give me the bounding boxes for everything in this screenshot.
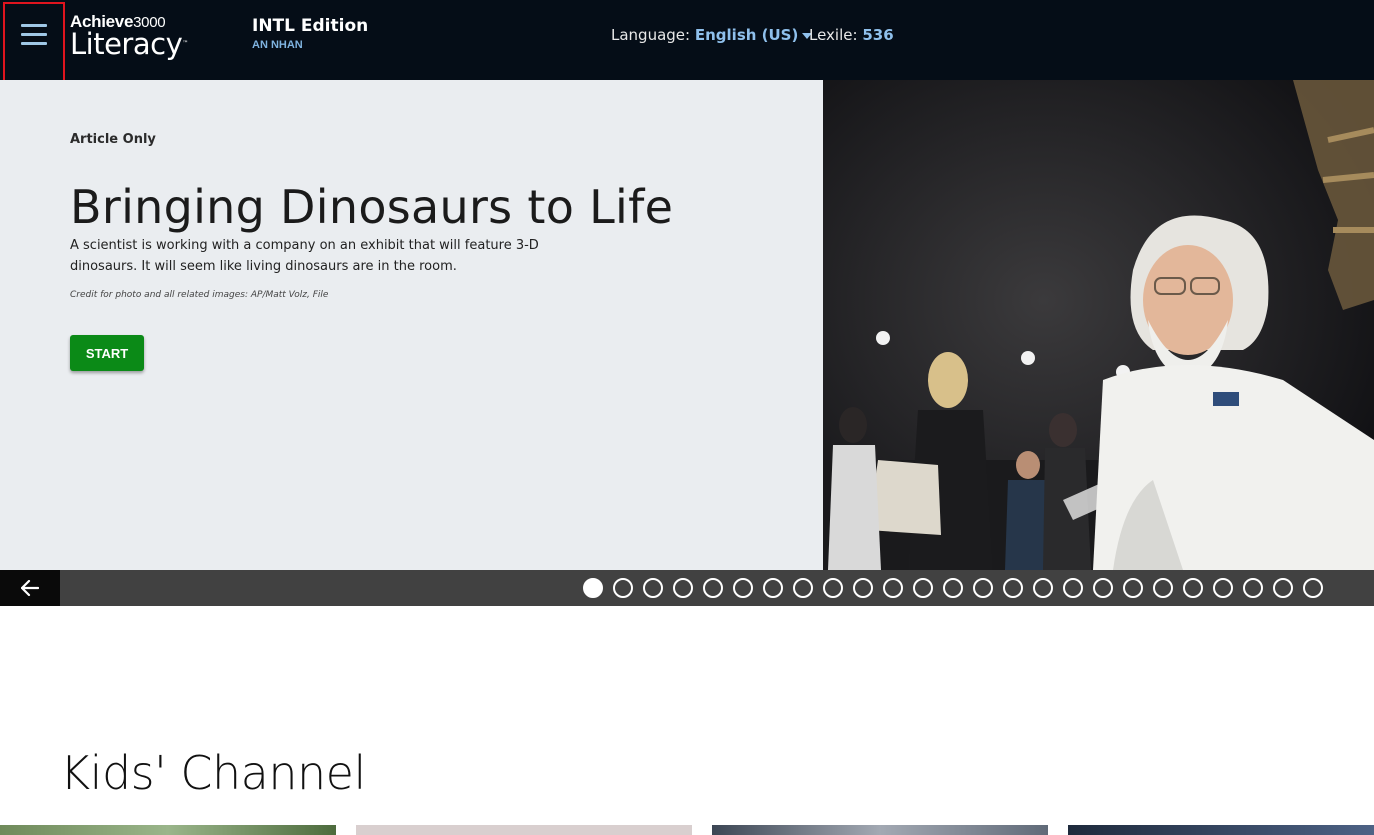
article-description: A scientist is working with a company on…: [70, 238, 539, 274]
carousel-pagination: [583, 578, 1323, 598]
carousel-dot[interactable]: [883, 578, 903, 598]
edition-title: INTL Edition: [252, 16, 369, 36]
kids-channel-card[interactable]: [1068, 825, 1374, 835]
lexile-label: Lexile:: [809, 26, 858, 44]
carousel-prev-button[interactable]: [0, 570, 60, 606]
photo-credit: Credit for photo and all related images:…: [70, 290, 329, 300]
featured-article-banner: Article Only Bringing Dinosaurs to Life …: [0, 80, 1374, 570]
carousel-dot[interactable]: [1243, 578, 1263, 598]
carousel-dot[interactable]: [703, 578, 723, 598]
carousel-dot[interactable]: [1063, 578, 1083, 598]
carousel-dot[interactable]: [1123, 578, 1143, 598]
language-dropdown[interactable]: English (US): [694, 26, 813, 44]
carousel-dot[interactable]: [583, 578, 603, 598]
carousel-dot[interactable]: [1003, 578, 1023, 598]
carousel-dot[interactable]: [943, 578, 963, 598]
carousel-dot[interactable]: [643, 578, 663, 598]
carousel-dot[interactable]: [793, 578, 813, 598]
arrow-left-icon: [21, 580, 39, 596]
kids-channel-card[interactable]: [356, 825, 692, 835]
hamburger-menu-icon: [21, 24, 47, 51]
kids-channel-card[interactable]: [0, 825, 336, 835]
user-name: AN NHAN: [252, 39, 303, 51]
top-navigation-bar: Achieve3000 Literacy™ INTL Edition AN NH…: [0, 0, 1374, 80]
carousel-dot[interactable]: [1033, 578, 1053, 598]
kids-channel-cards: [0, 825, 1374, 835]
achieve3000-literacy-logo[interactable]: Achieve3000 Literacy™: [70, 12, 188, 59]
hero-photo-scientist-dinosaur-exhibit: [823, 80, 1374, 570]
language-value: English (US): [694, 26, 799, 44]
carousel-dot[interactable]: [823, 578, 843, 598]
carousel-dot[interactable]: [1273, 578, 1293, 598]
carousel-dot[interactable]: [1213, 578, 1233, 598]
carousel-dot[interactable]: [763, 578, 783, 598]
carousel-dot[interactable]: [1183, 578, 1203, 598]
carousel-dot[interactable]: [1153, 578, 1173, 598]
carousel-dot[interactable]: [853, 578, 873, 598]
main-menu-button[interactable]: [6, 4, 62, 88]
carousel-dot[interactable]: [613, 578, 633, 598]
lexile-level: Lexile: 536: [809, 26, 894, 44]
edition-info: INTL Edition AN NHAN: [252, 16, 368, 51]
carousel-dot[interactable]: [673, 578, 693, 598]
carousel-dot[interactable]: [733, 578, 753, 598]
kids-channel-card[interactable]: [712, 825, 1048, 835]
language-selector: Language: English (US): [611, 26, 813, 44]
article-type-label: Article Only: [70, 132, 156, 147]
carousel-dot[interactable]: [1303, 578, 1323, 598]
carousel-dot[interactable]: [973, 578, 993, 598]
logo-trademark: ™: [182, 40, 188, 47]
start-button[interactable]: START: [70, 335, 144, 371]
lexile-value: 536: [862, 26, 894, 44]
article-title: Bringing Dinosaurs to Life: [70, 180, 674, 234]
carousel-controls: [0, 570, 1374, 606]
carousel-dot[interactable]: [913, 578, 933, 598]
kids-channel-heading: Kids' Channel: [60, 746, 366, 800]
hero-photo-illustration: [823, 80, 1374, 570]
logo-brand-main: Literacy: [70, 27, 183, 61]
language-label: Language:: [611, 26, 691, 44]
carousel-dot[interactable]: [1093, 578, 1113, 598]
